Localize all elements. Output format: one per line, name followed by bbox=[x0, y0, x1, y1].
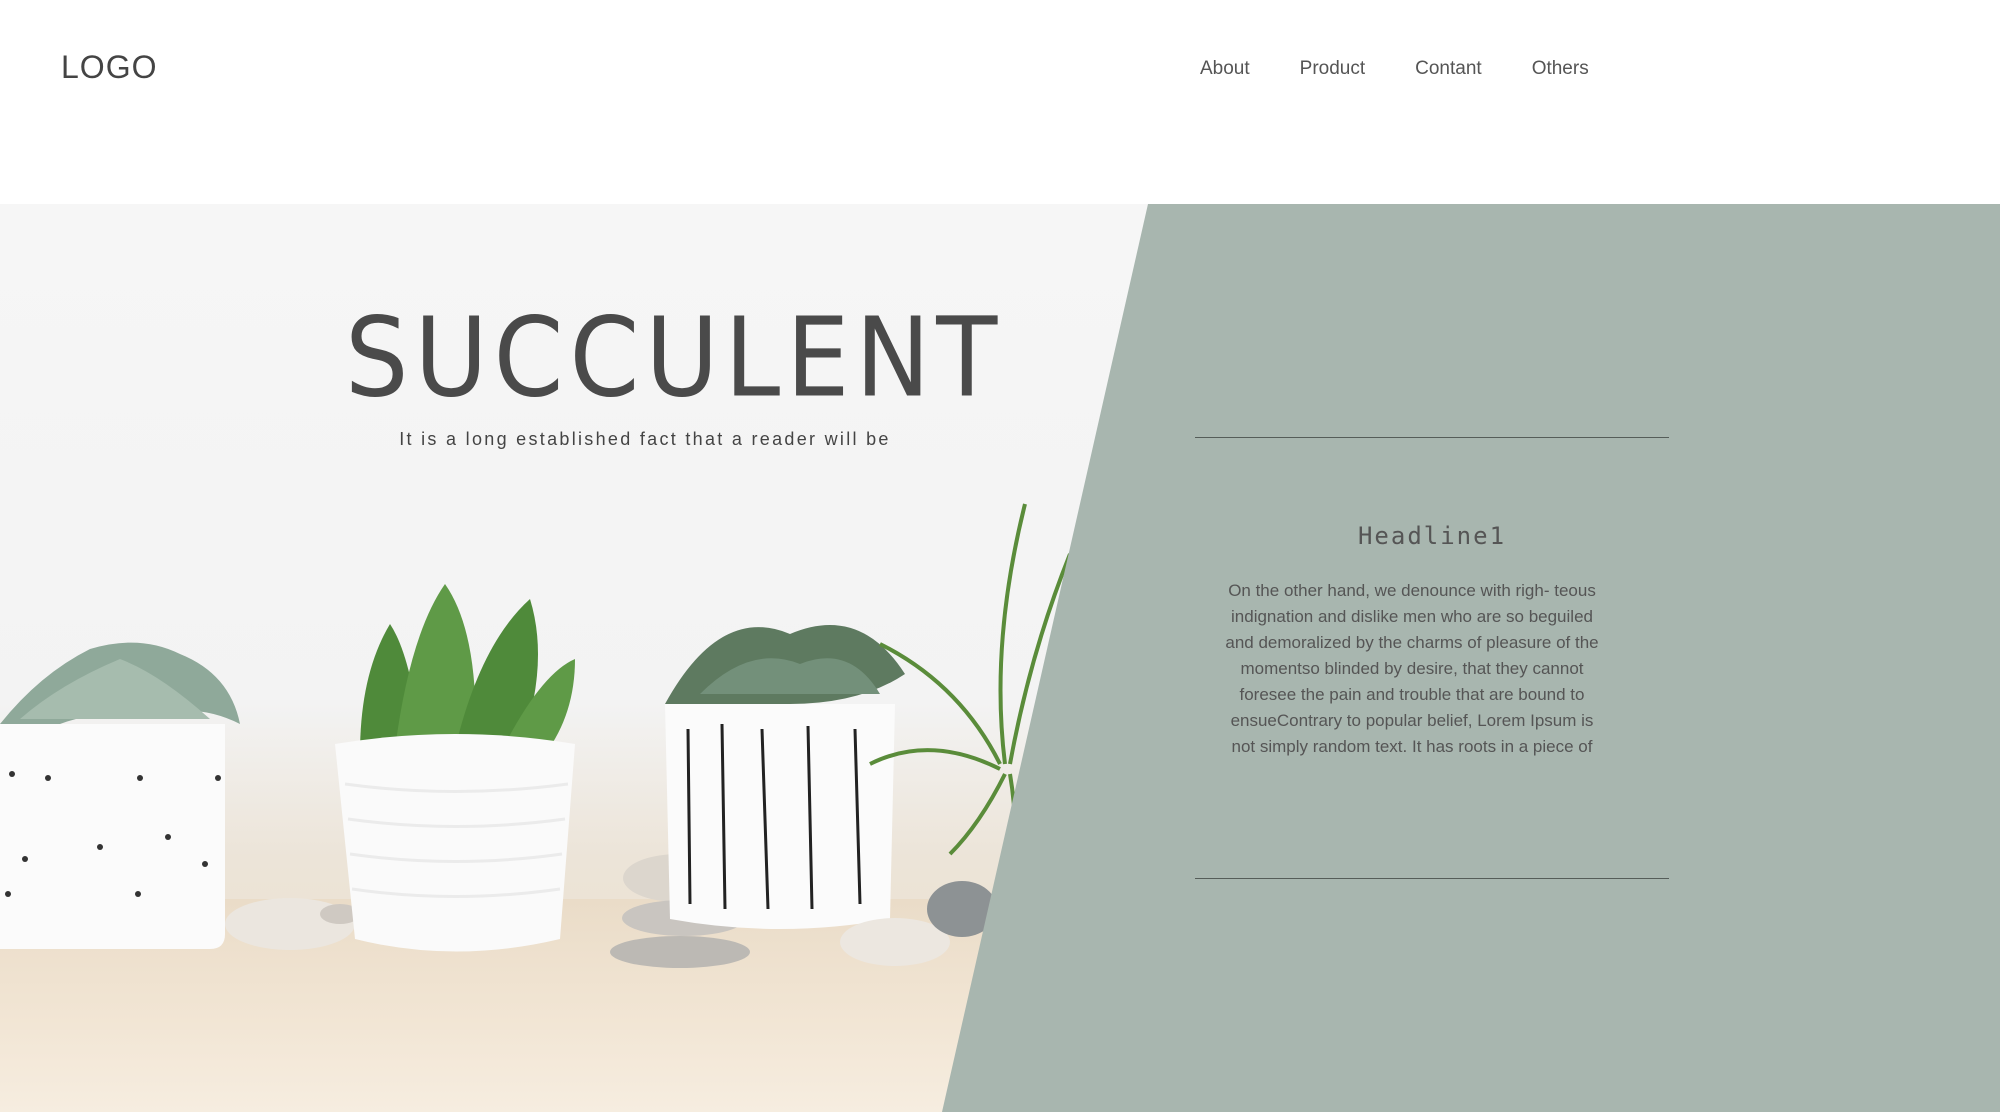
site-header: LOGO About Product Contant Others bbox=[0, 0, 2000, 204]
headline: Headline1 bbox=[1357, 522, 1507, 550]
logo[interactable]: LOGO bbox=[61, 49, 157, 86]
nav-others[interactable]: Others bbox=[1532, 58, 1589, 80]
nav-product[interactable]: Product bbox=[1300, 58, 1365, 80]
hero-section: SUCCULENT It is a long established fact … bbox=[0, 204, 2000, 1112]
ribbed-pot-plant bbox=[335, 584, 575, 952]
hero-subtitle: It is a long established fact that a rea… bbox=[399, 429, 891, 449]
nav-contant[interactable]: Contant bbox=[1415, 58, 1482, 80]
nav-about[interactable]: About bbox=[1200, 58, 1250, 80]
body-text: On the other hand, we denounce with righ… bbox=[1225, 581, 1599, 756]
hero-title: SUCCULENT bbox=[345, 293, 1004, 422]
striped-pot-plant bbox=[665, 625, 905, 929]
divider-top bbox=[1195, 437, 1669, 438]
dotted-pot-plant bbox=[0, 642, 240, 949]
divider-bottom bbox=[1195, 878, 1669, 879]
main-nav: About Product Contant Others bbox=[1200, 58, 1639, 80]
